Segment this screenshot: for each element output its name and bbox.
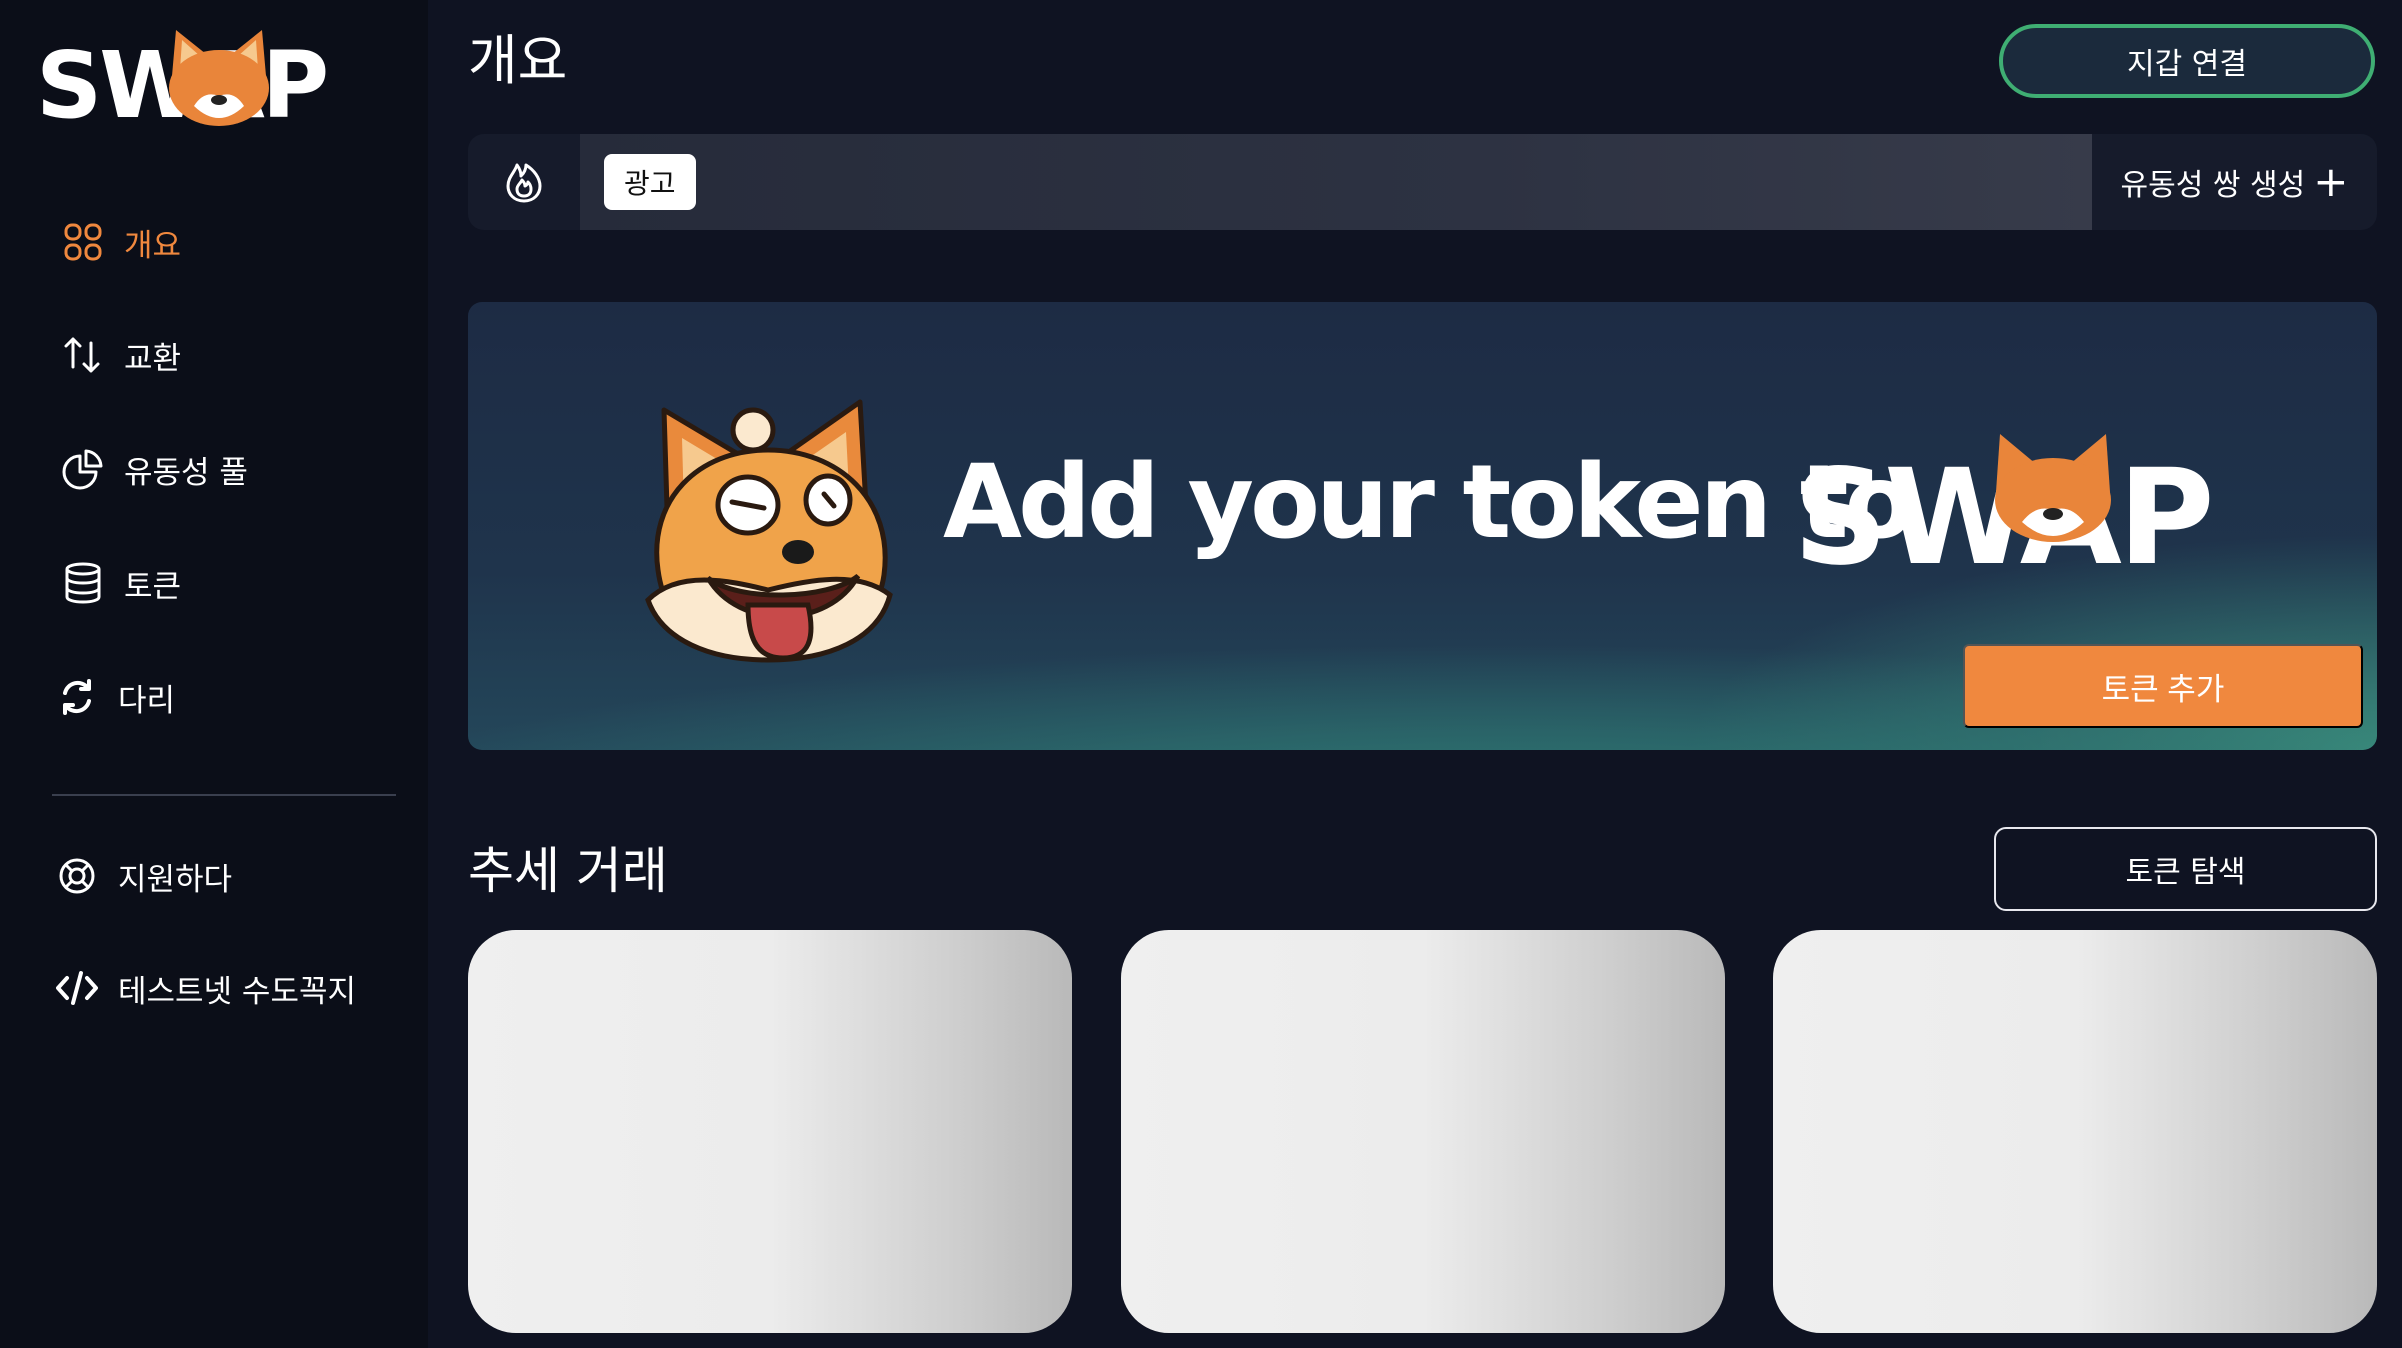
create-pair-label: 유동성 쌍 생성 xyxy=(2120,168,2306,203)
banner-headline: Add your token to xyxy=(943,443,1915,562)
promo-banner: Add your token to SWAP 토큰 추가 xyxy=(468,302,2377,750)
sidebar-item-label: 개요 xyxy=(124,227,182,264)
add-token-button[interactable]: 토큰 추가 xyxy=(1963,644,2363,728)
sidebar-item-liquidity-pool[interactable]: 유동성 풀 xyxy=(58,439,248,499)
trending-section-title: 추세 거래 xyxy=(468,842,668,900)
page-title: 개요 xyxy=(468,29,568,92)
trending-card-placeholder[interactable] xyxy=(468,930,1072,1333)
explore-tokens-button[interactable]: 토큰 탐색 xyxy=(1994,827,2377,911)
sidebar-item-label: 지원하다 xyxy=(118,861,233,898)
sidebar-item-label: 다리 xyxy=(118,682,176,719)
database-icon xyxy=(58,558,108,608)
sidebar-item-tokens[interactable]: 토큰 xyxy=(58,553,181,613)
grid-icon xyxy=(58,217,108,267)
ad-flame-button[interactable] xyxy=(468,134,580,230)
create-liquidity-pair-button[interactable]: 유동성 쌍 생성 + xyxy=(2092,134,2377,230)
pie-chart-icon xyxy=(58,444,108,494)
sidebar-item-testnet-faucet[interactable]: 테스트넷 수도꼭지 xyxy=(52,958,356,1018)
sidebar-item-exchange[interactable]: 교환 xyxy=(58,325,181,385)
shiba-mascot-icon xyxy=(645,399,893,663)
swap-logo[interactable]: SWAP xyxy=(36,26,329,136)
plus-icon: + xyxy=(2313,157,2349,206)
sidebar: SWAP 개요 xyxy=(0,0,428,1348)
sidebar-item-overview[interactable]: 개요 xyxy=(58,212,181,272)
sidebar-item-label: 유동성 풀 xyxy=(124,454,248,491)
sidebar-divider xyxy=(52,794,396,796)
sidebar-item-bridge[interactable]: 다리 xyxy=(52,667,175,727)
trending-card-placeholder[interactable] xyxy=(1773,930,2377,1333)
code-icon xyxy=(52,963,102,1013)
sidebar-item-label: 토큰 xyxy=(124,568,182,605)
sidebar-item-label: 테스트넷 수도꼭지 xyxy=(118,973,357,1010)
ad-bar: 광고 유동성 쌍 생성 + xyxy=(468,134,2377,230)
sidebar-item-support[interactable]: 지원하다 xyxy=(52,846,232,906)
ad-ticker: 광고 xyxy=(580,134,2092,230)
refresh-icon xyxy=(52,672,102,722)
connect-wallet-button[interactable]: 지갑 연결 xyxy=(1999,24,2375,98)
ad-badge: 광고 xyxy=(604,154,696,210)
fox-head-icon xyxy=(1995,434,2111,542)
sidebar-item-label: 교환 xyxy=(124,340,182,377)
flame-icon xyxy=(506,163,542,203)
trending-card-placeholder[interactable] xyxy=(1121,930,1725,1333)
lifebuoy-icon xyxy=(52,851,102,901)
swap-arrows-icon xyxy=(58,330,108,380)
fox-logo-icon xyxy=(169,30,269,126)
